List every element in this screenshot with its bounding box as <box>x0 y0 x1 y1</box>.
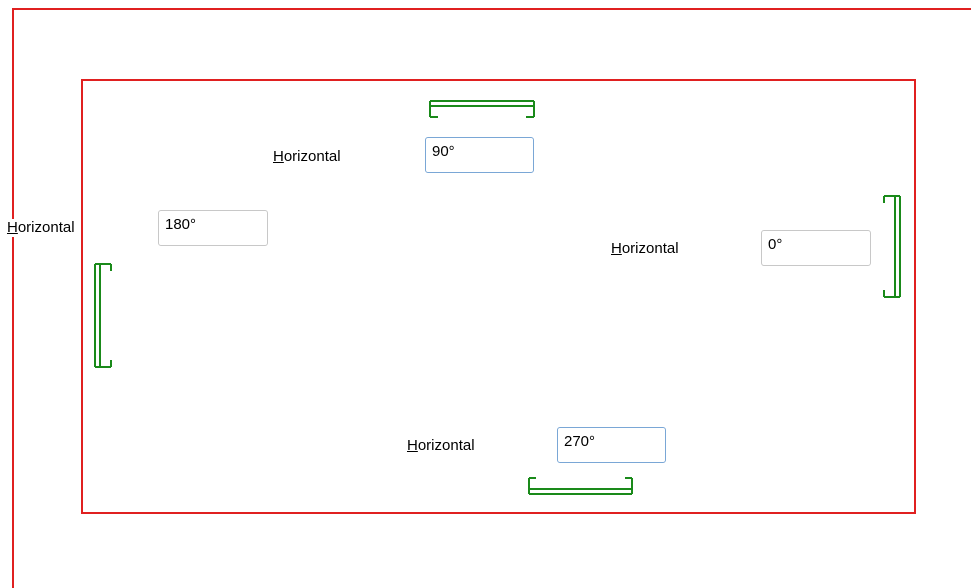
label-left-mnemonic: H <box>7 219 18 236</box>
label-left-text: orizontal <box>17 219 75 236</box>
bracket-icon-right <box>883 195 901 298</box>
bracket-icon-top <box>429 100 535 118</box>
angle-field-top[interactable]: 90° <box>425 137 534 173</box>
label-right-horizontal: Horizontal <box>611 240 679 258</box>
label-bottom-horizontal: Horizontal <box>407 437 475 455</box>
angle-field-left[interactable]: 180° <box>158 210 268 246</box>
angle-field-right[interactable]: 0° <box>761 230 871 266</box>
label-top-mnemonic: H <box>273 148 284 165</box>
label-right-text: orizontal <box>621 240 679 257</box>
bracket-icon-left <box>94 263 112 368</box>
angle-field-bottom[interactable]: 270° <box>557 427 666 463</box>
label-left-horizontal: Horizontal <box>7 219 79 237</box>
bracket-icon-bottom <box>528 477 633 495</box>
label-bottom-mnemonic: H <box>407 437 418 454</box>
label-bottom-text: orizontal <box>417 437 475 454</box>
label-top-text: orizontal <box>283 148 341 165</box>
label-top-horizontal: Horizontal <box>273 148 341 166</box>
label-right-mnemonic: H <box>611 240 622 257</box>
